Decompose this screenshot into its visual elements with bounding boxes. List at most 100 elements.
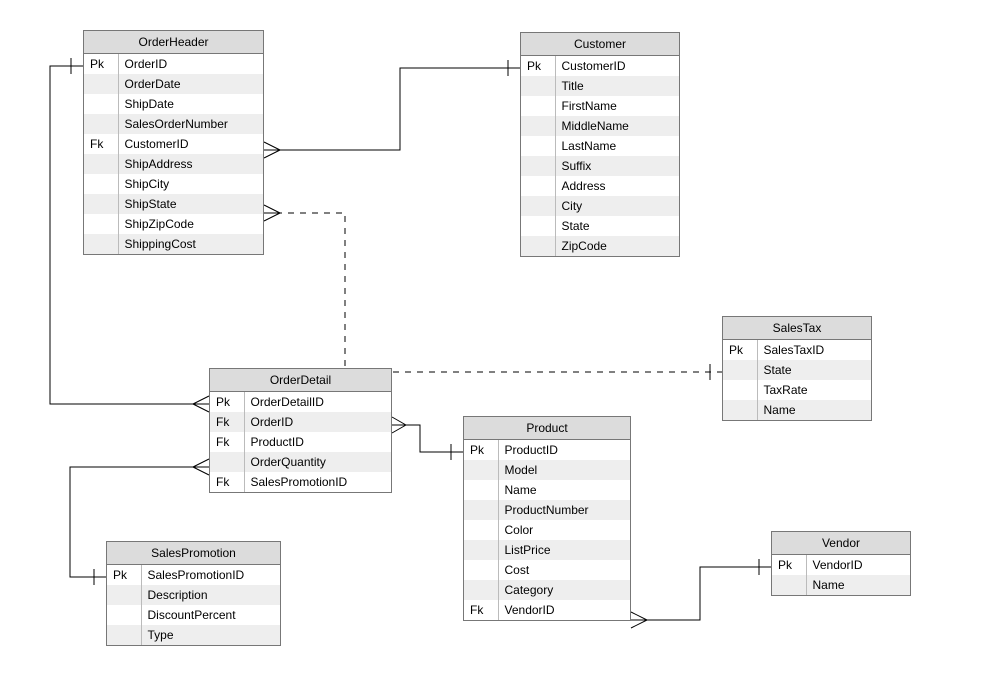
attr-name: LastName xyxy=(555,136,679,156)
attr-name: ProductNumber xyxy=(498,500,630,520)
entity-vendor: Vendor PkVendorID Name xyxy=(771,531,911,596)
attr-name: City xyxy=(555,196,679,216)
attr-name: OrderDetailID xyxy=(244,392,391,412)
attr-name: ProductID xyxy=(244,432,391,452)
attr-name: State xyxy=(555,216,679,236)
entity-title: Customer xyxy=(521,33,679,56)
attr-key xyxy=(464,500,498,520)
attr-name: FirstName xyxy=(555,96,679,116)
attr-key xyxy=(84,154,118,174)
attr-key: Pk xyxy=(723,340,757,360)
attr-key: Fk xyxy=(84,134,118,154)
attr-name: Color xyxy=(498,520,630,540)
attr-name: Name xyxy=(757,400,871,420)
attr-name: ShipDate xyxy=(118,94,263,114)
entity-product: Product PkProductID Model Name ProductNu… xyxy=(463,416,631,621)
attr-key xyxy=(521,96,555,116)
attr-key xyxy=(84,114,118,134)
attr-key xyxy=(723,360,757,380)
attr-name: State xyxy=(757,360,871,380)
entity-orderdetail: OrderDetail PkOrderDetailID FkOrderID Fk… xyxy=(209,368,392,493)
entity-title: SalesPromotion xyxy=(107,542,280,565)
attr-key xyxy=(464,560,498,580)
attr-key: Pk xyxy=(464,440,498,460)
attr-name: VendorID xyxy=(498,600,630,620)
attr-name: CustomerID xyxy=(118,134,263,154)
attr-name: ShipAddress xyxy=(118,154,263,174)
attr-key xyxy=(464,580,498,600)
attr-name: Name xyxy=(806,575,910,595)
attr-name: CustomerID xyxy=(555,56,679,76)
attr-key xyxy=(723,380,757,400)
entity-title: Product xyxy=(464,417,630,440)
attr-name: MiddleName xyxy=(555,116,679,136)
attr-name: Type xyxy=(141,625,280,645)
attr-key xyxy=(84,234,118,254)
attr-key xyxy=(772,575,806,595)
attr-key xyxy=(464,460,498,480)
attr-name: OrderID xyxy=(118,54,263,74)
entity-rows: PkSalesTaxID State TaxRate Name xyxy=(723,340,871,420)
attr-name: Name xyxy=(498,480,630,500)
entity-title: OrderHeader xyxy=(84,31,263,54)
attr-name: ProductID xyxy=(498,440,630,460)
attr-name: Suffix xyxy=(555,156,679,176)
attr-key: Fk xyxy=(464,600,498,620)
attr-key: Pk xyxy=(210,392,244,412)
attr-key xyxy=(84,94,118,114)
attr-name: VendorID xyxy=(806,555,910,575)
attr-name: DiscountPercent xyxy=(141,605,280,625)
entity-rows: PkOrderDetailID FkOrderID FkProductID Or… xyxy=(210,392,391,492)
attr-name: Category xyxy=(498,580,630,600)
attr-name: ShipZipCode xyxy=(118,214,263,234)
entity-salespromotion: SalesPromotion PkSalesPromotionID Descri… xyxy=(106,541,281,646)
attr-key: Pk xyxy=(84,54,118,74)
attr-name: ListPrice xyxy=(498,540,630,560)
attr-key xyxy=(464,480,498,500)
attr-name: ShipState xyxy=(118,194,263,214)
attr-name: SalesTaxID xyxy=(757,340,871,360)
attr-name: ZipCode xyxy=(555,236,679,256)
attr-name: OrderID xyxy=(244,412,391,432)
entity-rows: PkCustomerID Title FirstName MiddleName … xyxy=(521,56,679,256)
attr-key: Pk xyxy=(521,56,555,76)
attr-key xyxy=(521,196,555,216)
attr-key xyxy=(107,625,141,645)
entity-rows: PkVendorID Name xyxy=(772,555,910,595)
attr-key xyxy=(464,540,498,560)
attr-name: Address xyxy=(555,176,679,196)
attr-key xyxy=(84,174,118,194)
attr-key xyxy=(84,214,118,234)
attr-key xyxy=(210,452,244,472)
entity-customer: Customer PkCustomerID Title FirstName Mi… xyxy=(520,32,680,257)
attr-key xyxy=(107,585,141,605)
attr-name: SalesPromotionID xyxy=(244,472,391,492)
attr-key: Pk xyxy=(107,565,141,585)
attr-name: SalesOrderNumber xyxy=(118,114,263,134)
attr-key xyxy=(723,400,757,420)
entity-orderheader: OrderHeader PkOrderID OrderDate ShipDate… xyxy=(83,30,264,255)
attr-key xyxy=(107,605,141,625)
entity-rows: PkProductID Model Name ProductNumber Col… xyxy=(464,440,630,620)
attr-key: Fk xyxy=(210,472,244,492)
attr-name: Model xyxy=(498,460,630,480)
er-diagram-canvas: SalesTax (left). ShipState centerY ~ 213… xyxy=(0,0,983,681)
attr-key xyxy=(521,136,555,156)
attr-key xyxy=(521,76,555,96)
attr-name: Description xyxy=(141,585,280,605)
attr-key xyxy=(521,156,555,176)
entity-salestax: SalesTax PkSalesTaxID State TaxRate Name xyxy=(722,316,872,421)
attr-key xyxy=(521,176,555,196)
attr-key xyxy=(521,216,555,236)
attr-name: TaxRate xyxy=(757,380,871,400)
attr-name: ShippingCost xyxy=(118,234,263,254)
entity-title: OrderDetail xyxy=(210,369,391,392)
attr-key xyxy=(84,74,118,94)
attr-name: ShipCity xyxy=(118,174,263,194)
entity-title: Vendor xyxy=(772,532,910,555)
attr-key xyxy=(521,236,555,256)
attr-key: Fk xyxy=(210,412,244,432)
attr-name: SalesPromotionID xyxy=(141,565,280,585)
attr-name: OrderQuantity xyxy=(244,452,391,472)
attr-key: Fk xyxy=(210,432,244,452)
